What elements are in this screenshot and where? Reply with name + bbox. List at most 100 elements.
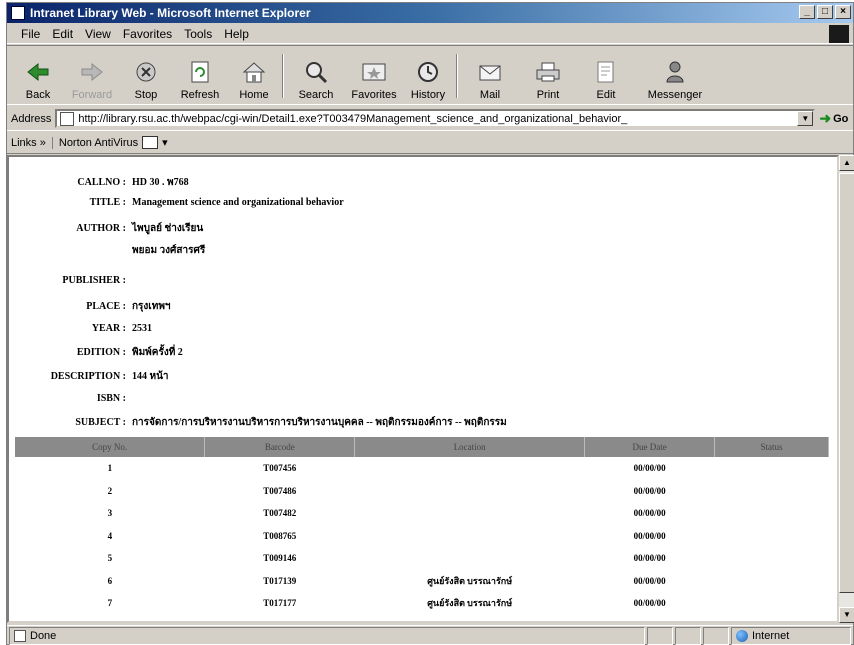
subject-label: SUBJECT : [75, 417, 126, 428]
search-button[interactable]: Search [287, 48, 345, 104]
search-icon [303, 59, 329, 85]
due-date-cell: 00/00/00 [633, 598, 666, 609]
barcode-cell: T007482 [263, 508, 297, 519]
status-cell [715, 570, 829, 593]
title-value: Management science and organizational be… [132, 197, 344, 208]
status-cell [675, 626, 701, 645]
search-label: Search [298, 89, 334, 101]
year-label: YEAR : [91, 323, 126, 334]
due-date-header: Due Date [584, 437, 716, 457]
scroll-up-icon[interactable]: ▲ [839, 155, 854, 171]
stop-icon [133, 59, 159, 85]
mail-icon [477, 59, 503, 85]
norton-antivirus-button[interactable]: Norton AntiVirus ▾ [59, 136, 168, 149]
refresh-label: Refresh [180, 89, 220, 101]
due-date-cell: 00/00/00 [633, 485, 666, 496]
mail-button[interactable]: Mail [461, 48, 519, 104]
address-dropdown-icon[interactable]: ▼ [797, 111, 814, 126]
close-button[interactable]: × [835, 5, 851, 19]
refresh-icon [187, 59, 213, 85]
home-button[interactable]: Home [229, 48, 279, 104]
publisher-label: PUBLISHER : [62, 275, 126, 286]
minimize-button[interactable]: _ [799, 5, 815, 19]
windows-logo-icon [829, 25, 849, 43]
printer-icon [535, 59, 561, 85]
stop-button[interactable]: Stop [121, 48, 171, 104]
description-row: DESCRIPTION : 144 หน้า [9, 369, 169, 384]
print-label: Print [536, 89, 560, 101]
refresh-button[interactable]: Refresh [171, 48, 229, 104]
go-arrow-icon: ➜ [819, 110, 832, 126]
copy-cell: 4 [107, 530, 113, 541]
due-date-cell: 00/00/00 [633, 530, 666, 541]
home-icon [241, 59, 267, 85]
vertical-scrollbar[interactable]: ▲ ▼ [839, 155, 854, 623]
location-cell [355, 547, 585, 570]
menu-bar: File Edit View Favorites Tools Help [7, 24, 853, 44]
subject-row: SUBJECT : การจัดการ/การบริหารงานบริหารกา… [9, 415, 506, 430]
toolbar-separator [282, 54, 284, 98]
menu-favorites[interactable]: Favorites [117, 27, 178, 41]
location-cell [355, 457, 585, 480]
scroll-thumb[interactable] [839, 173, 854, 593]
place-value: กรุงเทพฯ [132, 301, 171, 312]
place-row: PLACE : กรุงเทพฯ [9, 299, 171, 314]
go-button[interactable]: ➜ Go [819, 110, 848, 127]
browser-window: Intranet Library Web - Microsoft Interne… [6, 2, 854, 645]
barcode-cell: T017177 [263, 598, 297, 609]
page-icon [60, 111, 75, 126]
callno-value: HD 30 . พ768 [132, 177, 189, 188]
page-content: CALLNO : HD 30 . พ768 TITLE : Management… [7, 155, 839, 623]
favorites-button[interactable]: Favorites [345, 48, 403, 104]
print-button[interactable]: Print [519, 48, 577, 104]
publisher-row: PUBLISHER : [9, 275, 132, 286]
author-value: ไพบูลย์ ช่างเรียน [132, 223, 204, 234]
due-date-cell: 00/00/00 [633, 463, 666, 474]
table-row: 6 T017139 ศูนย์รังสิต บรรณารักษ์ 00/00/0… [15, 570, 829, 593]
description-label: DESCRIPTION : [50, 371, 126, 382]
address-label: Address [11, 112, 52, 125]
barcode-cell: T007486 [263, 485, 297, 496]
title-bar[interactable]: Intranet Library Web - Microsoft Interne… [7, 3, 853, 23]
address-input[interactable]: http://library.rsu.ac.th/webpac/cgi-win/… [55, 109, 816, 128]
author-value-2: พยอม วงศ์สารศรี [132, 245, 206, 256]
edition-value: พิมพ์ครั้งที่ 2 [132, 347, 183, 358]
maximize-button[interactable]: □ [817, 5, 833, 19]
author-row: AUTHOR : ไพบูลย์ ช่างเรียน [9, 221, 203, 236]
toolbar-separator [456, 54, 458, 98]
status-cell [703, 626, 729, 645]
links-label[interactable]: Links » [11, 136, 53, 149]
history-button[interactable]: History [403, 48, 453, 104]
scroll-down-icon[interactable]: ▼ [839, 607, 854, 623]
menu-file[interactable]: File [15, 27, 46, 41]
address-url: http://library.rsu.ac.th/webpac/cgi-win/… [78, 112, 628, 125]
messenger-button[interactable]: Messenger [635, 48, 715, 104]
status-cell [715, 525, 829, 548]
ie-icon [11, 6, 25, 20]
security-zone: Internet [731, 626, 851, 645]
year-value: 2531 [132, 323, 152, 334]
status-cell [647, 626, 673, 645]
globe-icon [736, 629, 748, 642]
norton-icon [142, 136, 159, 149]
location-cell [355, 525, 585, 548]
status-bar: Done Internet [7, 625, 853, 645]
favorites-icon [361, 59, 387, 85]
edit-page-icon [593, 59, 619, 85]
location-header: Location [354, 437, 586, 457]
description-value: 144 หน้า [132, 371, 169, 382]
messenger-icon [662, 59, 688, 85]
barcode-cell: T009146 [263, 553, 297, 564]
forward-button[interactable]: Forward [63, 48, 121, 104]
location-cell [355, 480, 585, 503]
copy-cell: 3 [107, 508, 113, 519]
back-button[interactable]: Back [13, 48, 63, 104]
isbn-row: ISBN : [9, 393, 132, 404]
menu-help[interactable]: Help [218, 27, 255, 41]
edit-button[interactable]: Edit [577, 48, 635, 104]
author-label: AUTHOR : [76, 223, 126, 234]
menu-edit[interactable]: Edit [46, 27, 79, 41]
forward-label: Forward [71, 89, 113, 101]
menu-view[interactable]: View [79, 27, 117, 41]
menu-tools[interactable]: Tools [178, 27, 218, 41]
